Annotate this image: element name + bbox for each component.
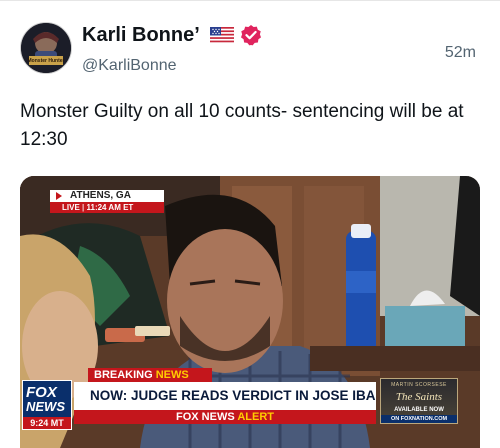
live-indicator: LIVE | 11:24 AM ET xyxy=(50,202,164,213)
us-flag-icon xyxy=(210,27,234,44)
network-prefix: FOX NEWS xyxy=(176,411,235,423)
breaking-news-word: NEWS xyxy=(155,369,189,381)
display-name[interactable]: Karli Bonne’ xyxy=(82,22,200,48)
promo-box: MARTIN SCORSESE The Saints AVAILABLE NOW… xyxy=(380,378,458,424)
avatar-text: Monster Hunter xyxy=(27,58,65,64)
live-time: 11:24 AM ET xyxy=(86,203,134,212)
logo-news: NEWS xyxy=(26,399,65,414)
verified-badge-icon xyxy=(241,25,261,46)
avatar-image xyxy=(21,23,71,73)
divider xyxy=(0,0,500,1)
promo-top: MARTIN SCORSESE xyxy=(391,382,447,388)
breaking-label: BREAKING xyxy=(94,369,153,381)
user-handle[interactable]: @KarliBonne xyxy=(82,55,177,77)
network-alert-bar: FOX NEWS ALERT xyxy=(74,410,376,424)
breaking-news-tab: BREAKING NEWS xyxy=(88,368,212,382)
avatar[interactable]: Monster Hunter xyxy=(20,22,72,74)
headline-chyron: NOW: JUDGE READS VERDICT IN JOSE IBARRA … xyxy=(74,382,376,410)
fox-news-logo: FOX NEWS 9:24 MT xyxy=(22,380,72,430)
live-label: LIVE xyxy=(62,203,80,212)
location-city: ATHENS, GA xyxy=(50,190,164,202)
network-alert-word: ALERT xyxy=(237,411,274,423)
tweet-text: Monster Guilty on all 10 counts- sentenc… xyxy=(20,101,464,150)
promo-url: ON FOXNATION.COM xyxy=(381,415,457,423)
logo-time: 9:24 MT xyxy=(23,417,71,429)
promo-availability: AVAILABLE NOW xyxy=(394,407,444,413)
play-arrow-icon xyxy=(56,192,62,200)
promo-title: The Saints xyxy=(395,391,443,403)
location-badge: ATHENS, GA LIVE | 11:24 AM ET xyxy=(50,190,164,213)
post-timestamp[interactable]: 52m xyxy=(445,42,476,64)
tweet-card: Monster Hunter Karli Bonne’ @KarliBonne … xyxy=(0,0,500,448)
